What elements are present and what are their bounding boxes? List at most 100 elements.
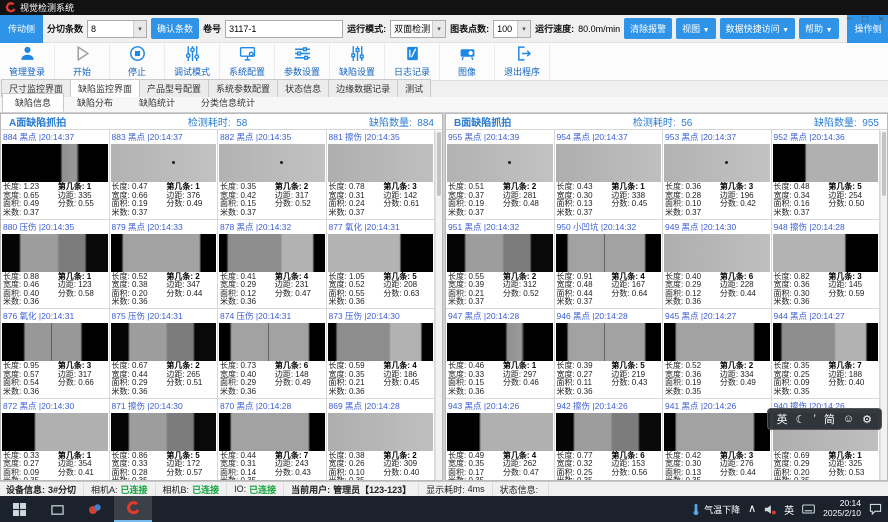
defect-cell[interactable]: 954 黑点 |20:14:37 长度: 0.43 宽度: 0.30 面积: 0… [555, 130, 664, 220]
view-menu-button[interactable]: 视图 ▼ [676, 18, 715, 39]
tab-缺陷监控界面[interactable]: 缺陷监控界面 [70, 79, 140, 97]
defect-cell[interactable]: 880 压伤 |20:14:35 长度: 0.88 宽度: 0.46 面积: 0… [1, 220, 110, 310]
panel-scrollbar[interactable] [435, 131, 442, 480]
emoji-icon[interactable]: ☺ [843, 413, 854, 425]
defect-cell[interactable]: 879 黑点 |20:14:33 长度: 0.52 宽度: 0.38 面积: 0… [110, 220, 219, 310]
defect-cell[interactable]: 878 黑点 |20:14:32 长度: 0.41 宽度: 0.29 面积: 0… [218, 220, 327, 310]
weather-widget[interactable]: 气温下降 [691, 503, 740, 516]
scrollbar-thumb[interactable] [882, 132, 886, 196]
defect-cell[interactable]: 877 氧化 |20:14:31 长度: 1.05 宽度: 0.52 面积: 0… [327, 220, 436, 310]
defect-cell[interactable]: 876 氧化 |20:14:31 长度: 0.95 宽度: 0.57 面积: 0… [1, 309, 110, 399]
defect-meter: 米数: 0.35 [774, 388, 829, 397]
defect-cell[interactable]: 941 黑点 |20:14:26 长度: 0.42 宽度: 0.30 面积: 0… [663, 399, 772, 482]
tab-测试[interactable]: 测试 [397, 79, 431, 97]
defect-info: 长度: 0.86 宽度: 0.33 面积: 0.28 米数: 0.35 第几条:… [110, 451, 218, 482]
defect-thumbnail [447, 413, 553, 451]
tool-button-label: 调试模式 [174, 65, 210, 78]
defect-cell[interactable]: 881 擦伤 |20:14:35 长度: 0.78 宽度: 0.31 面积: 0… [327, 130, 436, 220]
ime-language-indicator[interactable]: 英 [784, 502, 794, 517]
defect-cell[interactable]: 884 黑点 |20:14:37 长度: 1.23 宽度: 0.65 面积: 0… [1, 130, 110, 220]
tool-button-tune[interactable]: 调试模式 [165, 43, 220, 80]
defect-cell[interactable]: 870 黑点 |20:14:28 长度: 0.44 宽度: 0.31 面积: 0… [218, 399, 327, 482]
defect-cell[interactable]: 946 黑点 |20:14:28 长度: 0.39 宽度: 0.27 面积: 0… [555, 309, 664, 399]
defect-cell[interactable]: 869 黑点 |20:14:28 长度: 0.38 宽度: 0.26 面积: 0… [327, 399, 436, 482]
quick-access-menu-button[interactable]: 数据快捷访问 ▼ [720, 18, 795, 39]
defect-cell[interactable]: 875 压伤 |20:14:31 长度: 0.67 宽度: 0.44 面积: 0… [110, 309, 219, 399]
subtab-缺陷信息[interactable]: 缺陷信息 [2, 93, 64, 112]
slit-count-select[interactable]: 8 ▾ [87, 20, 147, 38]
confirm-count-button[interactable]: 确认条数 [151, 18, 199, 39]
defect-cell[interactable]: 947 黑点 |20:14:28 长度: 0.46 宽度: 0.33 面积: 0… [446, 309, 555, 399]
defect-cell[interactable]: 874 压伤 |20:14:31 长度: 0.73 宽度: 0.40 面积: 0… [218, 309, 327, 399]
defect-thumbnail [556, 323, 662, 361]
defect-cell[interactable]: 871 擦伤 |20:14:30 长度: 0.86 宽度: 0.33 面积: 0… [110, 399, 219, 482]
defect-thumbnail [111, 323, 217, 361]
defect-cell[interactable]: 951 黑点 |20:14:32 长度: 0.55 宽度: 0.39 面积: 0… [446, 220, 555, 310]
subtab-分类信息统计[interactable]: 分类信息统计 [188, 93, 268, 112]
defect-score: 分数: 0.49 [275, 379, 324, 388]
defect-cell[interactable]: 872 黑点 |20:14:30 长度: 0.33 宽度: 0.27 面积: 0… [1, 399, 110, 482]
defect-info: 长度: 0.52 宽度: 0.38 面积: 0.20 米数: 0.36 第几条:… [110, 272, 218, 309]
scrollbar-thumb[interactable] [437, 132, 441, 196]
app-logo-icon [5, 2, 16, 13]
task-view-button[interactable] [38, 496, 76, 522]
gear-icon[interactable]: ⚙ [862, 413, 872, 426]
tool-button-play[interactable]: 开始 [55, 43, 110, 80]
ime-punct-toggle[interactable]: ’ [813, 413, 815, 425]
tool-button-slidersH[interactable]: 参数设置 [275, 43, 330, 80]
volume-button[interactable] [764, 504, 776, 515]
defect-score: 分数: 0.47 [275, 290, 324, 299]
tool-button-user[interactable]: 管理登录 [0, 43, 55, 80]
defect-info: 长度: 0.36 宽度: 0.28 面积: 0.10 米数: 0.37 第几条:… [663, 182, 771, 219]
tool-button-exit[interactable]: 退出程序 [495, 43, 550, 80]
defect-cell[interactable]: 952 黑点 |20:14:36 长度: 0.48 宽度: 0.34 面积: 0… [772, 130, 881, 220]
minimize-icon[interactable]: − [846, 15, 852, 25]
chart-points-select[interactable]: 100 ▾ [493, 20, 531, 38]
defect-cell[interactable]: 942 擦伤 |20:14:26 长度: 0.77 宽度: 0.32 面积: 0… [555, 399, 664, 482]
roll-number-input[interactable] [225, 20, 343, 38]
defect-cell[interactable]: 882 黑点 |20:14:35 长度: 0.35 宽度: 0.42 面积: 0… [218, 130, 327, 220]
taskbar-app-shortcut[interactable] [76, 496, 114, 522]
ime-simplified-toggle[interactable]: 简 [824, 411, 835, 427]
tray-expand-icon[interactable]: ∧ [748, 504, 756, 515]
status-value: 管理员【123-123】 [333, 483, 411, 496]
defect-cell[interactable]: 943 黑点 |20:14:26 长度: 0.49 宽度: 0.35 面积: 0… [446, 399, 555, 482]
tool-button-monitor[interactable]: 系统配置 [220, 43, 275, 80]
defect-cell[interactable]: 955 黑点 |20:14:39 长度: 0.51 宽度: 0.37 面积: 0… [446, 130, 555, 220]
defect-cell[interactable]: 950 小凹坑 |20:14:32 长度: 0.91 宽度: 0.48 面积: … [555, 220, 664, 310]
defect-cell[interactable]: 949 黑点 |20:14:30 长度: 0.40 宽度: 0.29 面积: 0… [663, 220, 772, 310]
tool-button-slidersV[interactable]: 缺陷设置 [330, 43, 385, 80]
tool-button-log[interactable]: 日志记录 [385, 43, 440, 80]
close-icon[interactable]: × [878, 15, 884, 25]
drive-side-button[interactable]: 传动侧 [0, 15, 43, 43]
action-center-icon[interactable] [869, 503, 882, 515]
defect-cell-header: 869 黑点 |20:14:28 [327, 399, 435, 413]
defect-cell[interactable]: 945 黑点 |20:14:27 长度: 0.52 宽度: 0.36 面积: 0… [663, 309, 772, 399]
taskbar-active-app[interactable] [114, 496, 152, 522]
keyboard-icon[interactable] [802, 504, 815, 514]
maximize-icon[interactable]: □ [862, 15, 868, 25]
defect-cell[interactable]: 873 压伤 |20:14:30 长度: 0.59 宽度: 0.35 面积: 0… [327, 309, 436, 399]
taskbar-clock[interactable]: 20:14 2025/2/10 [823, 499, 861, 519]
clock-date: 2025/2/10 [823, 509, 861, 519]
help-menu-button[interactable]: 帮助 ▼ [799, 18, 838, 39]
tab-状态信息[interactable]: 状态信息 [277, 79, 329, 97]
defect-cell[interactable]: 883 黑点 |20:14:37 长度: 0.47 宽度: 0.66 面积: 0… [110, 130, 219, 220]
moon-icon[interactable]: ☾ [796, 413, 806, 426]
defect-cell-header: 943 黑点 |20:14:26 [446, 399, 554, 413]
defect-thumbnail [111, 234, 217, 272]
defect-meter: 米数: 0.36 [774, 298, 829, 307]
tab-边缘数据记录[interactable]: 边缘数据记录 [328, 79, 398, 97]
defect-thumbnail [664, 413, 770, 451]
defect-cell[interactable]: 944 黑点 |20:14:27 长度: 0.35 宽度: 0.25 面积: 0… [772, 309, 881, 399]
tool-button-camera[interactable]: 图像 [440, 43, 495, 80]
defect-cell[interactable]: 948 擦伤 |20:14:28 长度: 0.82 宽度: 0.36 面积: 0… [772, 220, 881, 310]
start-button[interactable] [0, 496, 38, 522]
ime-lang-toggle[interactable]: 英 [777, 411, 788, 427]
clear-alarm-button[interactable]: 清除报警 [624, 18, 672, 39]
run-mode-select[interactable]: 双面检测 ▾ [390, 20, 446, 38]
defect-cell[interactable]: 953 黑点 |20:14:37 长度: 0.36 宽度: 0.28 面积: 0… [663, 130, 772, 220]
defect-info: 长度: 0.88 宽度: 0.46 面积: 0.40 米数: 0.36 第几条:… [1, 272, 109, 309]
tool-button-stop[interactable]: 停止 [110, 43, 165, 80]
defect-info: 长度: 0.73 宽度: 0.40 面积: 0.29 米数: 0.36 第几条:… [218, 361, 326, 398]
